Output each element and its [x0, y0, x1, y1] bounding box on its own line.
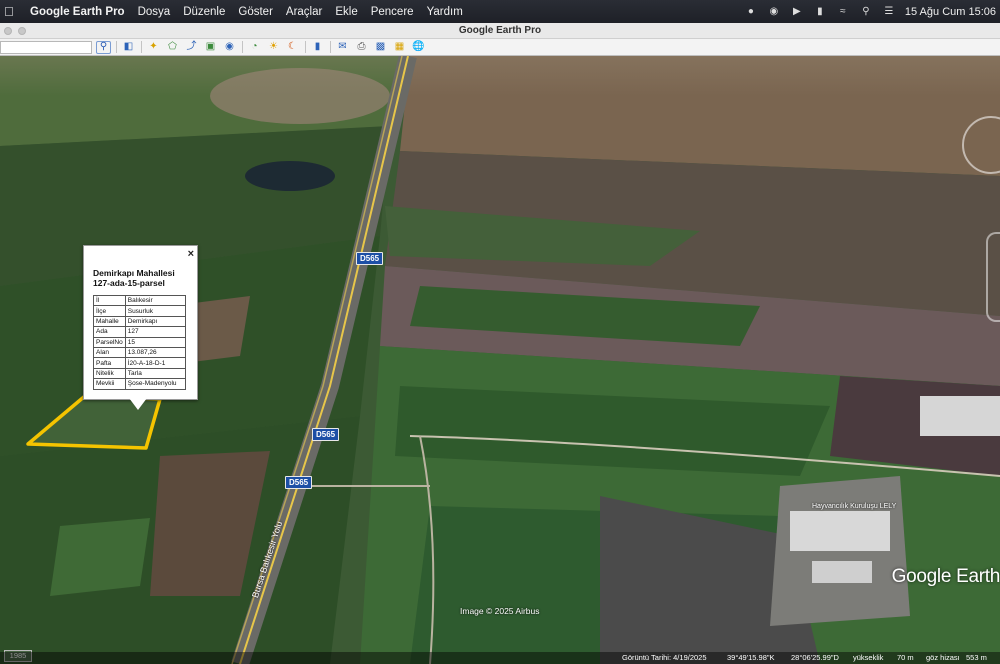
info-balloon: × Demirkapı Mahallesi 127-ada-15-parsel …: [83, 245, 198, 400]
road-shield: D565: [312, 428, 340, 441]
attribute-key: İlçe: [93, 305, 126, 317]
attribute-row: Ada 127: [93, 326, 186, 338]
menu-edit[interactable]: Düzenle: [183, 6, 225, 18]
attribute-value: Balıkesir: [124, 294, 186, 307]
facility-label[interactable]: Hayvancılık Kuruluşu LELY: [812, 503, 896, 510]
email-icon[interactable]: ✉: [335, 41, 350, 54]
toolbar-divider: [242, 41, 243, 53]
menu-help[interactable]: Yardım: [427, 6, 463, 18]
elevation-label: yükseklik: [853, 653, 884, 662]
imagery-date: Görüntü Tarihi: 4/19/2025: [622, 653, 707, 662]
polygon-icon[interactable]: ⬠: [165, 41, 180, 54]
menu-bar:  Google Earth Pro Dosya Düzenle Göster …: [0, 0, 1000, 23]
play-icon[interactable]: ▶: [790, 6, 804, 18]
attribute-value: 13.087,26: [124, 346, 186, 359]
menu-window[interactable]: Pencere: [371, 6, 414, 18]
search-input[interactable]: [0, 40, 92, 54]
attribute-row: ParselNo 15: [93, 336, 186, 348]
screen-record-icon[interactable]: ◉: [767, 6, 781, 18]
attribute-key: İl: [93, 294, 126, 307]
sidebar-toggle-icon[interactable]: ◧: [121, 41, 136, 54]
attribute-row: Pafta İ20-A-18-D-1: [93, 357, 186, 369]
attribute-row: Mahalle Demirkapı: [93, 315, 186, 328]
menu-tools[interactable]: Araçlar: [286, 6, 322, 18]
elevation-readout: 70 m: [897, 653, 914, 662]
earth-icon[interactable]: 🌐: [411, 41, 426, 54]
save-image-icon[interactable]: ▩: [373, 41, 388, 54]
close-icon[interactable]: ×: [188, 248, 194, 260]
balloon-pointer: [129, 398, 147, 410]
attribute-key: Alan: [93, 346, 126, 359]
attribute-value: Şose-Madenyolu: [124, 378, 186, 390]
parcel-attribute-table: İl Balıkesir İlçe Susurluk Mahalle Demirkapı A…: [93, 294, 186, 390]
spotlight-icon[interactable]: ⚲: [859, 6, 873, 18]
overlay-icon[interactable]: ▣: [203, 41, 218, 54]
control-center-icon[interactable]: ☰: [882, 6, 896, 18]
attribute-key: ParselNo: [93, 336, 126, 348]
toolbar-divider: [116, 41, 117, 53]
attribute-key: Mahalle: [93, 315, 126, 328]
balloon-title-line2: 127-ada-15-parsel: [93, 278, 165, 288]
attribute-value: İ20-A-18-D-1: [124, 357, 186, 369]
attribute-row: İlçe Susurluk: [93, 305, 186, 317]
attribute-key: Pafta: [93, 357, 126, 369]
toolbar-divider: [141, 41, 142, 53]
planets-icon[interactable]: ☾: [285, 41, 300, 54]
eye-altitude-readout: 553 m: [966, 653, 987, 662]
attribute-row: Mevkii Şose-Madenyolu: [93, 378, 186, 390]
historical-imagery-icon[interactable]: ◔: [247, 41, 262, 54]
window-title: Google Earth Pro: [458, 25, 542, 36]
balloon-title: Demirkapı Mahallesi 127-ada-15-parsel: [93, 268, 197, 288]
ruler-icon[interactable]: ▮: [310, 41, 325, 54]
attribute-value: Tarla: [124, 367, 186, 380]
imagery-credit: Image © 2025 Airbus: [460, 606, 540, 616]
balloon-title-line1: Demirkapı Mahallesi: [93, 268, 175, 278]
search-icon[interactable]: ⚲: [96, 40, 111, 54]
latitude-readout: 39°49'15.98"K: [727, 653, 775, 662]
attribute-key: Mevkii: [93, 378, 126, 390]
menu-file[interactable]: Dosya: [138, 6, 171, 18]
path-icon[interactable]: ⤴: [184, 41, 199, 54]
attribute-value: 15: [124, 336, 186, 348]
longitude-readout: 28°06'25.99"D: [791, 653, 839, 662]
sun-icon[interactable]: ☀: [266, 41, 281, 54]
print-icon[interactable]: ⎙: [354, 41, 369, 54]
attribute-row: Alan 13.087,26: [93, 346, 186, 359]
attribute-value: 127: [124, 326, 186, 338]
wifi-icon[interactable]: ≈: [836, 6, 850, 18]
status-bar: Görüntü Tarihi: 4/19/2025 39°49'15.98"K …: [0, 652, 1000, 664]
tour-icon[interactable]: ◉: [222, 41, 237, 54]
road-shield: D565: [285, 476, 313, 489]
view-in-maps-icon[interactable]: ▦: [392, 41, 407, 54]
attribute-value: Susurluk: [124, 305, 186, 317]
attribute-value: Demirkapı: [124, 315, 186, 328]
zoom-slider[interactable]: [986, 232, 1000, 322]
menu-view[interactable]: Göster: [238, 6, 273, 18]
eye-altitude-label: göz hizası: [926, 653, 960, 662]
attribute-row: İl Balıkesir: [93, 294, 186, 307]
status-menu-area: ● ◉ ▶ ▮ ≈ ⚲ ☰ 15 Ağu Cum 15:06: [744, 0, 996, 23]
toolbar-divider: [330, 41, 331, 53]
apple-icon[interactable]: : [4, 4, 20, 19]
menubar-clock[interactable]: 15 Ağu Cum 15:06: [905, 6, 996, 18]
toolbar-divider: [305, 41, 306, 53]
battery-icon[interactable]: ▮: [813, 6, 827, 18]
placemark-icon[interactable]: ✦: [146, 41, 161, 54]
toolbar: ⚲ ◧ ✦ ⬠ ⤴ ▣ ◉ ◔ ☀ ☾ ▮ ✉ ⎙ ▩ ▦ 🌐: [0, 39, 1000, 56]
attribute-key: Nitelik: [93, 367, 126, 380]
menu-add[interactable]: Ekle: [335, 6, 357, 18]
road-shield: D565: [356, 252, 384, 265]
attribute-key: Ada: [93, 326, 126, 338]
attribute-row: Nitelik Tarla: [93, 367, 186, 380]
window-title-bar: Google Earth Pro: [0, 23, 1000, 39]
google-earth-logo: Google Earth: [891, 566, 1000, 587]
game-controller-icon[interactable]: ●: [744, 6, 758, 18]
app-menu[interactable]: Google Earth Pro: [30, 6, 125, 18]
